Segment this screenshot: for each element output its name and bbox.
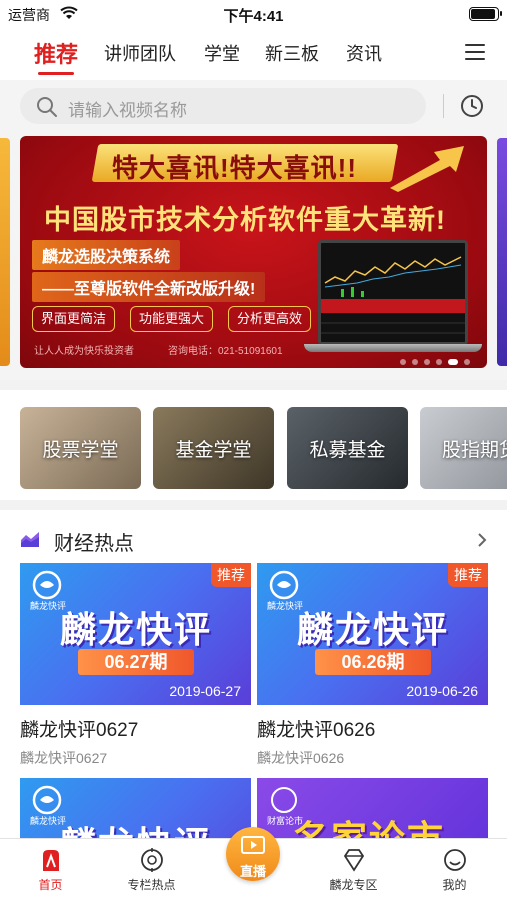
banner-ribbon-text: 特大喜讯!特大喜讯!! [112, 153, 357, 183]
tab-recommend[interactable]: 推荐 [34, 37, 78, 69]
laptop-base [304, 344, 482, 352]
dragon-logo-icon [269, 570, 299, 600]
diamond-icon [343, 849, 365, 872]
thumbnail-title: 麟龙快评 [60, 609, 213, 650]
recommend-badge: 推荐 [211, 563, 251, 587]
smiley-icon [444, 849, 466, 871]
tab-lecturer-team[interactable]: 讲师团队 [104, 40, 176, 66]
search-divider [443, 94, 444, 118]
video-thumbnail[interactable]: 推荐 麟龙快评 麟龙快评 06.26期 2019-06-26 [257, 563, 488, 705]
video-date: 2019-06-26 [406, 683, 478, 699]
banner-upgrade-text: ——至尊版软件全新改版升级! [32, 272, 266, 302]
issue-label: 06.26期 [315, 649, 431, 675]
tab-home[interactable]: 首页 [0, 839, 101, 900]
section-title: 财经热点 [54, 533, 134, 555]
category-label: 股票学堂 [42, 440, 119, 461]
search-input[interactable]: 请输入视频名称 [20, 88, 426, 124]
rising-arrow-icon [390, 146, 464, 192]
category-private-fund[interactable]: 私募基金 [287, 407, 408, 489]
dragon-logo-icon [32, 785, 62, 815]
tab-live[interactable]: 直播 [202, 827, 303, 900]
banner-feature-pill: 分析更高效 [228, 306, 312, 332]
menu-icon[interactable] [465, 44, 485, 60]
category-index-futures[interactable]: 股指期货 [420, 407, 507, 489]
category-label: 私募基金 [309, 440, 386, 461]
category-label: 股指期货 [442, 440, 507, 461]
search-placeholder: 请输入视频名称 [68, 101, 187, 120]
tab-label: 专栏热点 [127, 878, 176, 892]
category-row: 股票学堂 基金学堂 私募基金 股指期货 [0, 396, 507, 500]
video-card[interactable]: 推荐 麟龙快评 麟龙快评 06.26期 2019-06-26 麟龙快评0626 … [257, 563, 488, 768]
tab-label: 我的 [442, 878, 467, 892]
search-row: 请输入视频名称 [0, 80, 507, 132]
category-label: 基金学堂 [175, 440, 252, 461]
search-icon [37, 97, 57, 117]
area-chart-icon [21, 532, 39, 547]
compass-icon [141, 848, 163, 872]
battery-icon [469, 7, 502, 21]
video-card[interactable]: 推荐 麟龙快评 麟龙快评 06.27期 2019-06-27 麟龙快评0627 … [20, 563, 251, 768]
tab-linlong-zone[interactable]: 麟龙专区 [303, 839, 404, 900]
section-separator [0, 500, 507, 510]
tab-label: 首页 [38, 878, 63, 892]
carousel-dots [400, 352, 487, 365]
category-stock-academy[interactable]: 股票学堂 [20, 407, 141, 489]
video-title[interactable]: 麟龙快评0627 [20, 715, 251, 742]
banner-feature-pill: 界面更简洁 [32, 306, 116, 332]
banner-peek-prev[interactable] [0, 138, 10, 366]
clock: 下午4:41 [223, 8, 284, 25]
live-button[interactable]: 直播 [226, 827, 280, 881]
video-subtitle: 麟龙快评0627 [20, 750, 108, 766]
recommend-badge: 推荐 [448, 563, 488, 587]
bottom-tab-bar: 首页 专栏热点 直播 麟龙专区 我的 [0, 827, 507, 900]
category-fund-academy[interactable]: 基金学堂 [153, 407, 274, 489]
play-icon [241, 836, 265, 854]
tab-mine[interactable]: 我的 [404, 839, 505, 900]
chevron-right-icon[interactable] [477, 532, 487, 548]
video-date: 2019-06-27 [169, 683, 241, 699]
tab-label: 直播 [239, 864, 266, 879]
dragon-logo-icon [32, 570, 62, 600]
banner-phone: 咨询电话：021-51091601 [168, 346, 283, 357]
section-header-finance-hot[interactable]: 财经热点 [0, 518, 507, 562]
video-thumbnail[interactable]: 推荐 麟龙快评 麟龙快评 06.27期 2019-06-27 [20, 563, 251, 705]
banner-product-name: 麟龙选股决策系统 [32, 240, 181, 270]
home-icon [43, 850, 59, 871]
banner-peek-next[interactable] [497, 138, 507, 366]
top-nav: 推荐 讲师团队 学堂 新三板 资讯 [0, 28, 507, 78]
thumbnail-title: 麟龙快评 [297, 609, 450, 650]
issue-label: 06.27期 [78, 649, 194, 675]
section-separator [0, 380, 507, 390]
laptop-screenshot [318, 240, 468, 345]
active-tab-underline [38, 72, 74, 75]
history-icon[interactable] [460, 94, 484, 118]
tab-news[interactable]: 资讯 [346, 40, 382, 66]
video-subtitle: 麟龙快评0626 [257, 750, 345, 766]
banner-slide[interactable]: 特大喜讯!特大喜讯!! 中国股市技术分析软件重大革新! 麟龙选股决策系统 ——至… [20, 136, 487, 368]
banner-headline: 中国股市技术分析软件重大革新! [44, 205, 446, 235]
banner-feature-pill: 功能更强大 [130, 306, 214, 332]
banner-slogan: 让人人成为快乐投资者 [34, 346, 134, 357]
video-title[interactable]: 麟龙快评0626 [257, 715, 488, 742]
tab-column-hot[interactable]: 专栏热点 [101, 839, 202, 900]
tab-academy[interactable]: 学堂 [204, 40, 240, 66]
status-bar: 运营商 下午4:41 [0, 0, 507, 28]
banner-carousel[interactable]: 特大喜讯!特大喜讯!! 中国股市技术分析软件重大革新! 麟龙选股决策系统 ——至… [0, 132, 507, 380]
stock-chart-illustration [321, 243, 465, 342]
tab-label: 麟龙专区 [329, 878, 378, 892]
tab-new-third-board[interactable]: 新三板 [265, 40, 319, 66]
